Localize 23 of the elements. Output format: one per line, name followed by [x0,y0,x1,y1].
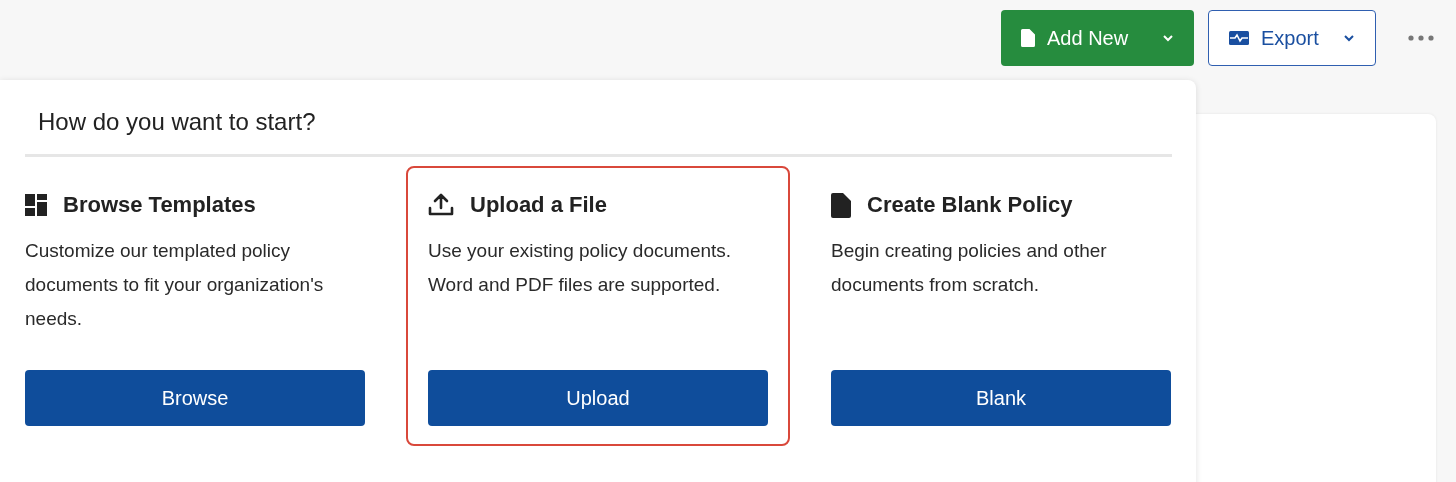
caret-icon [1343,34,1355,42]
option-title: Create Blank Policy [867,192,1073,218]
caret-icon [1162,34,1174,42]
chart-icon [1229,31,1249,45]
add-new-button[interactable]: Add New [1001,10,1194,66]
option-description: Customize our templated policy documents to fit your organization's needs. [25,239,325,331]
dashboard-icon [25,194,47,216]
export-button[interactable]: Export [1208,10,1376,66]
option-description: Begin creating policies and other documents from scratch. [831,239,1108,297]
document-icon [831,192,851,218]
panel-title: How do you want to start? [38,107,317,137]
option-button[interactable]: Blank [831,370,1171,426]
option-card[interactable]: Browse Templates Customize our templated policy documents to fit your organization's needs. Browse [3,166,387,446]
option-card[interactable]: Upload a File Use your existing policy documents. Word and PDF files are supported. Upload [406,166,790,446]
option-button[interactable]: Upload [428,370,768,426]
option-description: Use your existing policy documents. Word and PDF files are supported. [428,239,733,297]
more-icon[interactable] [1408,35,1434,41]
upload-icon [428,193,454,217]
option-button[interactable]: Browse [25,370,365,426]
option-title: Browse Templates [63,192,256,218]
option-card[interactable]: Create Blank Policy Begin creating policies and other documents from scratch. Blank [809,166,1193,446]
document-icon [1021,29,1035,47]
option-title: Upload a File [470,192,607,218]
